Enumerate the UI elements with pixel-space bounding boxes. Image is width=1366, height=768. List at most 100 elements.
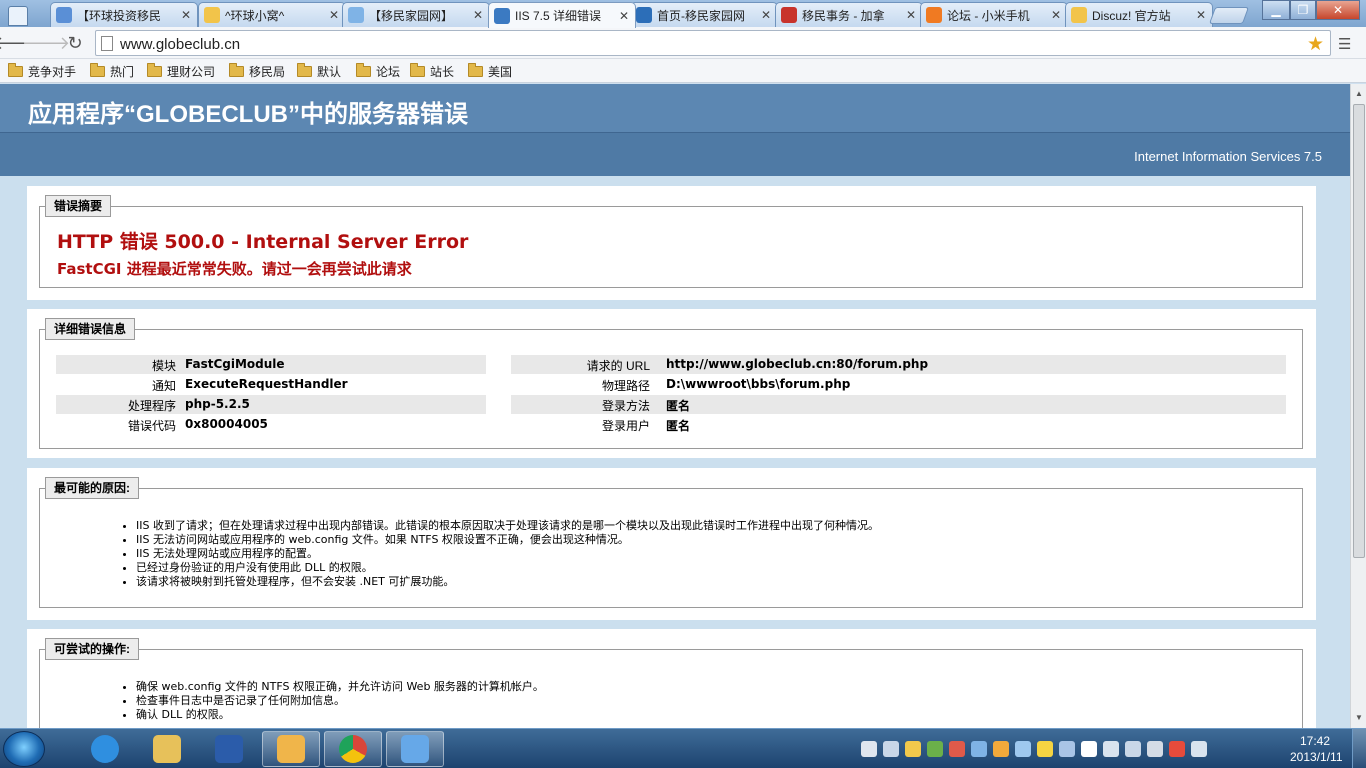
address-bar[interactable]: www.globeclub.cn ★ <box>95 30 1331 56</box>
bookmark-folder[interactable]: 理财公司 <box>147 63 215 80</box>
taskbar-button[interactable] <box>324 731 382 767</box>
chrome-icon <box>339 735 367 763</box>
minimize-button[interactable]: ▁ <box>1262 0 1290 20</box>
bookmark-folder[interactable]: 站长 <box>410 63 454 80</box>
error-heading: HTTP 错误 500.0 - Internal Server Error <box>57 231 469 253</box>
tab-close-icon[interactable]: ✕ <box>618 9 630 23</box>
detail-label: 请求的 URL <box>586 359 650 373</box>
detail-value: 0x80004005 <box>185 417 268 431</box>
network-monitor-icon[interactable] <box>1015 741 1031 757</box>
chat-icon[interactable] <box>1037 741 1053 757</box>
error-summary-legend: 错误摘要 <box>45 195 112 217</box>
windows-taskbar: 17:42 2013/1/11 <box>0 728 1366 768</box>
folder-icon <box>356 63 371 77</box>
detail-label: 登录方法 <box>601 399 650 413</box>
detail-row: 物理路径 D:\wwwroot\bbs\forum.php <box>511 375 1286 394</box>
usb-icon[interactable] <box>1125 741 1141 757</box>
bookmark-folder[interactable]: 竞争对手 <box>8 63 76 80</box>
action-center-icon[interactable] <box>861 741 877 757</box>
detail-row: 通知 ExecuteRequestHandler <box>56 375 486 394</box>
bookmark-star-icon[interactable]: ★ <box>1307 33 1324 56</box>
vertical-scrollbar[interactable]: ▲ ▼ <box>1350 84 1366 728</box>
action-item: 确保 web.config 文件的 NTFS 权限正确，并允许访问 Web 服务… <box>136 680 544 694</box>
bookmark-folder[interactable]: 论坛 <box>356 63 400 80</box>
browser-tab[interactable]: 移民事务 - 加拿 ✕ <box>775 2 923 27</box>
detailed-error-legend: 详细错误信息 <box>45 318 136 340</box>
qq-messenger-icon <box>401 735 429 763</box>
taskbar-button[interactable] <box>262 731 320 767</box>
mail-icon[interactable] <box>949 741 965 757</box>
detail-value: 匿名 <box>666 399 691 413</box>
folder-icon <box>410 63 425 77</box>
tab-close-icon[interactable]: ✕ <box>1195 8 1207 22</box>
monitor-icon[interactable] <box>1147 741 1163 757</box>
display-icon[interactable] <box>1081 741 1097 757</box>
shield-icon[interactable] <box>927 741 943 757</box>
show-desktop-button[interactable] <box>1352 729 1366 768</box>
causes-legend: 最可能的原因: <box>45 477 139 499</box>
wrench-menu-icon[interactable]: ☰ <box>1338 35 1351 53</box>
detailed-error-box: 详细错误信息 模块 FastCgiModule 通知 ExecuteRequestHa… <box>39 318 1303 449</box>
close-window-button[interactable]: ✕ <box>1316 0 1360 20</box>
causes-box: 最可能的原因: IIS 收到了请求；但在处理请求过程中出现内部错误。此错误的根本… <box>39 477 1303 608</box>
browser-tab[interactable]: Discuz! 官方站 ✕ <box>1065 2 1213 27</box>
tab-favicon-icon <box>781 7 797 23</box>
maximize-button[interactable]: ❐ <box>1290 0 1316 20</box>
scrollbar-thumb[interactable] <box>1353 104 1365 558</box>
browser-toolbar: 🡐 🡒 ↻ www.globeclub.cn ★ ☰ <box>0 27 1366 59</box>
browser-tab[interactable]: 【移民家园网】 ✕ <box>342 2 490 27</box>
detail-row: 请求的 URL http://www.globeclub.cn:80/forum.… <box>511 355 1286 374</box>
qq-icon[interactable] <box>993 741 1009 757</box>
bookmark-label: 热门 <box>110 65 135 79</box>
bookmark-folder[interactable]: 热门 <box>90 63 134 80</box>
taskbar-button[interactable] <box>138 731 196 767</box>
page-icon <box>101 36 113 51</box>
tab-close-icon[interactable]: ✕ <box>760 8 772 22</box>
cause-item: 已经过身份验证的用户没有使用此 DLL 的权限。 <box>136 561 879 575</box>
volume-icon[interactable] <box>1191 741 1207 757</box>
bookmark-folder[interactable]: 默认 <box>297 63 341 80</box>
folder-icon <box>468 63 483 77</box>
tab-close-icon[interactable]: ✕ <box>180 8 192 22</box>
browser-tab[interactable]: 【环球投资移民 ✕ <box>50 2 198 27</box>
browser-tab[interactable]: ^环球小窝^ ✕ <box>198 2 346 27</box>
tab-title: 首页-移民家园网 <box>657 8 745 23</box>
security-icon[interactable] <box>905 741 921 757</box>
bookmark-folder[interactable]: 移民局 <box>229 63 285 80</box>
tab-close-icon[interactable]: ✕ <box>1050 8 1062 22</box>
bookmark-folder[interactable]: 美国 <box>468 63 512 80</box>
browser-tab[interactable]: IIS 7.5 详细错误 ✕ <box>488 2 636 28</box>
clock[interactable]: 17:42 2013/1/11 <box>1290 733 1343 765</box>
360-icon[interactable] <box>971 741 987 757</box>
forward-icon[interactable]: 🡒 <box>22 32 70 54</box>
internet-explorer-icon <box>91 735 119 763</box>
browser-tab[interactable]: 首页-移民家园网 ✕ <box>630 2 778 27</box>
url-text[interactable]: www.globeclub.cn <box>120 36 240 53</box>
bluetooth-icon[interactable] <box>1059 741 1075 757</box>
tab-title: ^环球小窝^ <box>225 8 285 23</box>
file-explorer-icon <box>153 735 181 763</box>
printer-icon[interactable] <box>1103 741 1119 757</box>
start-button[interactable] <box>3 731 45 767</box>
folder-icon <box>229 63 244 77</box>
browser-tab[interactable]: 论坛 - 小米手机 ✕ <box>920 2 1068 27</box>
scroll-down-icon[interactable]: ▼ <box>1353 712 1365 724</box>
new-tab-button[interactable] <box>1208 7 1250 24</box>
action-item: 检查事件日志中是否记录了任何附加信息。 <box>136 694 544 708</box>
reload-icon[interactable]: ↻ <box>64 32 86 54</box>
server-banner: Internet Information Services 7.5 <box>0 132 1350 176</box>
detail-row: 登录用户 匿名 <box>511 415 1286 434</box>
scroll-up-icon[interactable]: ▲ <box>1353 88 1365 100</box>
taskbar-button[interactable] <box>76 731 134 767</box>
detail-value: ExecuteRequestHandler <box>185 377 348 391</box>
pin-icon[interactable] <box>883 741 899 757</box>
tab-close-icon[interactable]: ✕ <box>472 8 484 22</box>
taskbar-button[interactable] <box>200 731 258 767</box>
detail-label: 处理程序 <box>127 399 176 413</box>
detail-value: FastCgiModule <box>185 357 285 371</box>
taskbar-button[interactable] <box>386 731 444 767</box>
flag-icon[interactable] <box>1169 741 1185 757</box>
tab-close-icon[interactable]: ✕ <box>328 8 340 22</box>
profile-icon[interactable] <box>8 6 28 26</box>
tab-close-icon[interactable]: ✕ <box>905 8 917 22</box>
